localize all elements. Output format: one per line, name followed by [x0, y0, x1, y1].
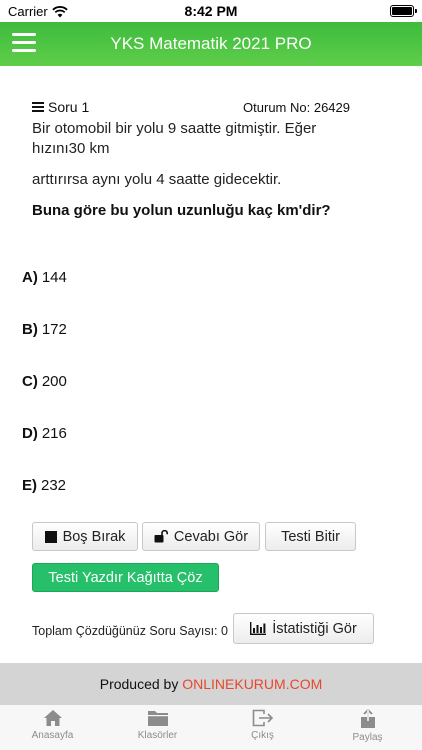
folder-icon: [147, 711, 168, 726]
option-value: 216: [41, 425, 67, 442]
option-letter: A): [22, 269, 38, 286]
option-b[interactable]: B) 172: [22, 321, 67, 338]
status-bar: Carrier 8:42 PM: [0, 0, 422, 22]
option-d[interactable]: D) 216: [22, 425, 67, 442]
option-letter: B): [22, 321, 38, 338]
question-text: Bir otomobil bir yolu 9 saatte gitmiştir…: [32, 119, 372, 159]
app-title: YKS Matematik 2021 PRO: [110, 34, 312, 53]
option-value: 144: [41, 269, 67, 286]
skip-button[interactable]: Boş Bırak: [32, 522, 138, 551]
option-letter: C): [22, 373, 38, 390]
question-header: Soru 1 Oturum No: 26429: [32, 99, 350, 117]
option-e[interactable]: E) 232: [22, 477, 66, 494]
show-answer-button[interactable]: Cevabı Gör: [142, 522, 260, 551]
skip-button-label: Boş Bırak: [62, 528, 126, 545]
question-text-line3: arttırırsa aynı yolu 4 saatte gidecektir…: [32, 171, 282, 188]
question-label: Soru 1: [48, 99, 90, 115]
logout-icon: [252, 709, 273, 727]
status-time: 8:42 PM: [184, 3, 238, 19]
brand-link[interactable]: ONLINEKURUM.COM: [182, 676, 322, 692]
option-c[interactable]: C) 200: [22, 373, 67, 390]
app-header: YKS Matematik 2021 PRO: [0, 22, 422, 66]
list-icon: [32, 101, 44, 113]
finish-test-label: Testi Bitir: [281, 528, 340, 545]
question-text-line1: Bir otomobil bir yolu 9 saatte gitmiştir…: [32, 120, 317, 137]
bar-chart-icon: [250, 622, 267, 635]
home-icon: [43, 710, 62, 726]
battery-icon: [390, 5, 417, 17]
option-letter: D): [22, 425, 38, 442]
statistics-label: İstatistiği Gör: [272, 620, 357, 637]
unlock-icon: [154, 530, 168, 543]
print-test-label: Testi Yazdır Kağıtta Çöz: [48, 569, 203, 586]
tab-home-label: Anasayfa: [31, 730, 74, 741]
finish-test-button[interactable]: Testi Bitir: [265, 522, 356, 551]
tab-folders[interactable]: Klasörler: [105, 707, 210, 749]
option-a[interactable]: A) 144: [22, 269, 67, 286]
share-icon: [360, 709, 375, 728]
tab-share-label: Paylaş: [352, 732, 383, 743]
tab-logout-label: Çıkış: [251, 730, 274, 741]
question-text-line2: hızını30 km: [32, 140, 110, 157]
question-prompt: Buna göre bu yolun uzunluğu kaç km'dir?: [32, 202, 331, 219]
tab-home[interactable]: Anasayfa: [0, 707, 105, 749]
total-solved-label: Toplam Çözdüğünüz Soru Sayısı: 0: [32, 624, 228, 638]
option-value: 200: [41, 373, 67, 390]
produced-by-banner: Produced by ONLINEKURUM.COM: [0, 663, 422, 705]
option-value: 232: [41, 477, 67, 494]
option-letter: E): [22, 477, 37, 494]
produced-by-text: Produced by: [99, 676, 183, 692]
tab-logout[interactable]: Çıkış: [210, 707, 315, 749]
option-value: 172: [41, 321, 67, 338]
session-number: Oturum No: 26429: [243, 100, 350, 115]
show-answer-label: Cevabı Gör: [173, 528, 249, 545]
tab-folders-label: Klasörler: [137, 730, 178, 741]
print-test-button[interactable]: Testi Yazdır Kağıtta Çöz: [32, 563, 219, 592]
tab-share[interactable]: Paylaş: [315, 707, 420, 749]
question-label-group: Soru 1: [32, 99, 89, 115]
statistics-button[interactable]: İstatistiği Gör: [233, 613, 374, 644]
tab-bar: Anasayfa Klasörler Çıkış Paylaş: [0, 705, 422, 750]
stop-square-icon: [44, 530, 57, 543]
